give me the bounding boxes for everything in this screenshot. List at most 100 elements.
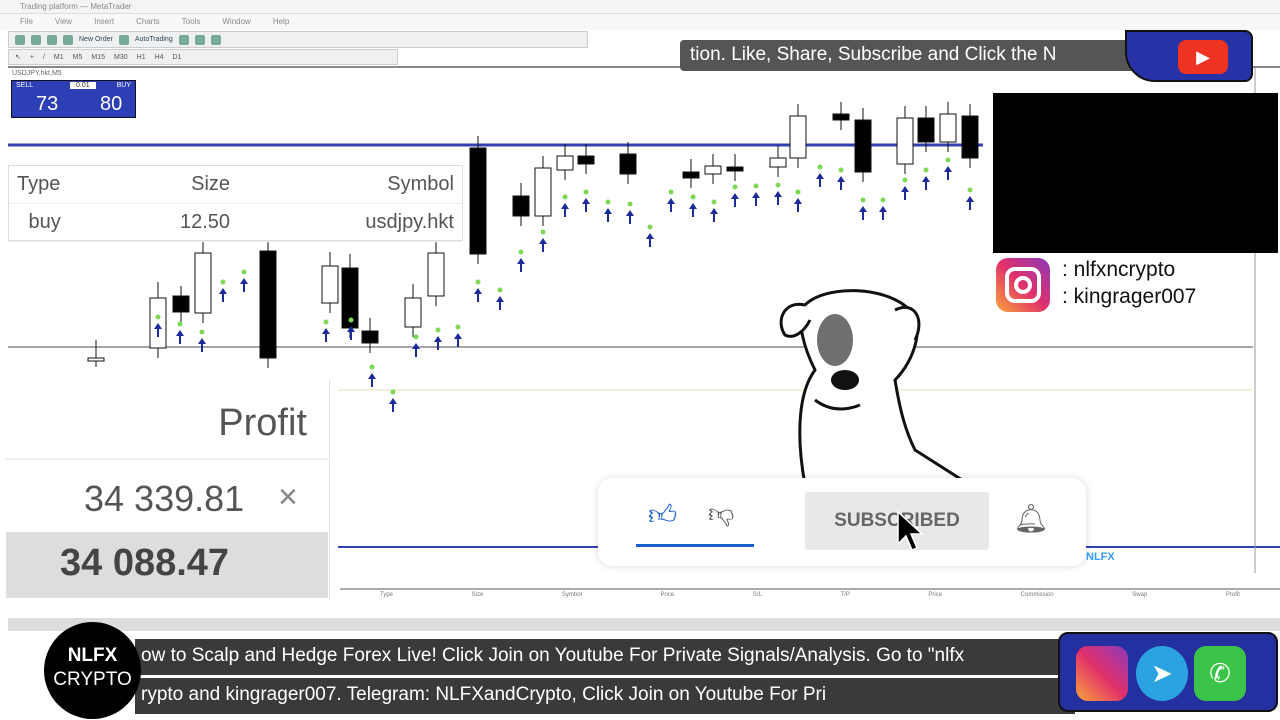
buy-arrow-icon [752, 192, 760, 206]
signal-dot [880, 197, 886, 203]
candle [939, 113, 957, 143]
buy-arrow-icon [816, 173, 824, 187]
social-icons-panel: ➤ ✆ [1058, 632, 1278, 712]
buy-arrow-icon [517, 258, 525, 272]
signal-dot [817, 164, 823, 170]
candle [361, 330, 379, 344]
buy-arrow-icon [859, 206, 867, 220]
tf-m15[interactable]: M15 [91, 54, 105, 61]
terminal-col: T/P [840, 592, 850, 598]
signal-dot [540, 229, 546, 235]
buy-arrow-icon [966, 196, 974, 210]
signal-dot [177, 321, 183, 327]
signal-dot [199, 329, 205, 335]
tf-h1[interactable]: H1 [137, 54, 146, 61]
trendline-icon[interactable]: / [43, 54, 45, 61]
whatsapp-icon[interactable]: ✆ [1194, 646, 1246, 701]
buy-arrow-icon [794, 198, 802, 212]
buy-arrow-icon [434, 336, 442, 350]
menu-insert[interactable]: Insert [94, 17, 114, 27]
tf-m1[interactable]: M1 [54, 54, 64, 61]
terminal-trade-list: Type Size Symbol Price S/L T/P Price Commission… [340, 588, 1280, 618]
profiles-icon[interactable] [31, 34, 41, 45]
candle [321, 265, 339, 304]
buy-arrow-icon [646, 233, 654, 247]
instagram-icon[interactable] [1076, 646, 1128, 701]
tf-d1[interactable]: D1 [173, 54, 182, 61]
candle [87, 357, 105, 362]
signal-dot [838, 167, 844, 173]
candle [961, 115, 979, 159]
buy-arrow-icon [389, 398, 397, 412]
nlfx-watermark: NLFX [1086, 551, 1115, 563]
signal-dot [647, 224, 653, 230]
menu-view[interactable]: View [55, 17, 72, 27]
new-order-button[interactable]: New Order [79, 36, 113, 43]
signal-dot [902, 177, 908, 183]
col-type: Type [17, 173, 61, 195]
buy-arrow-icon [922, 176, 930, 190]
menu-file[interactable]: File [20, 17, 33, 27]
buy-button[interactable]: BUY [117, 82, 131, 89]
candle [259, 250, 277, 359]
menu-help[interactable]: Help [273, 17, 289, 27]
buy-arrow-icon [561, 203, 569, 217]
main-toolbar: New Order AutoTrading [8, 31, 588, 48]
tf-m5[interactable]: M5 [73, 54, 83, 61]
bell-icon[interactable]: 🔔︎ [1013, 502, 1049, 535]
candle [917, 117, 935, 143]
crosshair-icon[interactable]: + [30, 54, 34, 61]
profit-header: Profit [218, 402, 307, 444]
candle [172, 295, 190, 313]
trade-table: Type Size Symbol buy 12.50 usdjpy.hkt [8, 165, 463, 242]
table-row[interactable]: buy 12.50 usdjpy.hkt [9, 204, 462, 242]
tf-m30[interactable]: M30 [114, 54, 128, 61]
new-chart-icon[interactable] [15, 34, 25, 45]
terminal-col: Size [471, 592, 484, 598]
chart-symbol-label: USDJPY.hkt,M5 [12, 70, 62, 77]
menu-tools[interactable]: Tools [182, 17, 201, 27]
cursor-icon[interactable]: ↖ [15, 53, 21, 61]
candle [577, 155, 595, 165]
youtube-play-icon[interactable]: ▶ [1178, 40, 1228, 74]
autotrading-button[interactable]: AutoTrading [135, 36, 173, 43]
buy-price[interactable]: 80 [100, 93, 122, 116]
candle [404, 297, 422, 328]
mouse-cursor-icon [897, 510, 924, 551]
menu-charts[interactable]: Charts [136, 17, 160, 27]
signal-dot [390, 389, 396, 395]
thumbs-down-icon[interactable]: 👎︎ [708, 498, 734, 529]
terminal-col: Type [380, 592, 394, 598]
candle [427, 252, 445, 297]
buy-arrow-icon [198, 338, 206, 352]
telegram-icon[interactable]: ➤ [1136, 646, 1188, 701]
buy-arrow-icon [474, 288, 482, 302]
tf-h4[interactable]: H4 [155, 54, 164, 61]
status-bar [8, 618, 1280, 631]
terminal-icon[interactable] [63, 34, 73, 45]
buy-arrow-icon [901, 186, 909, 200]
buy-arrow-icon [240, 278, 248, 292]
menu-window[interactable]: Window [222, 17, 250, 27]
navigator-icon[interactable] [47, 34, 57, 45]
thumbs-up-icon[interactable]: 👍︎ [648, 498, 677, 532]
buy-arrow-icon [710, 208, 718, 222]
candle [512, 195, 530, 217]
sell-button[interactable]: SELL [16, 82, 33, 89]
buy-arrow-icon [626, 210, 634, 224]
zoom-in-icon[interactable] [178, 34, 189, 45]
metaeditor-icon[interactable] [118, 34, 129, 45]
grid-icon[interactable] [210, 34, 221, 45]
signal-dot [435, 327, 441, 333]
lot-input[interactable]: 0.01 [70, 82, 96, 89]
signal-dot [518, 249, 524, 255]
zoom-out-icon[interactable] [194, 34, 205, 45]
sell-price[interactable]: 73 [36, 93, 58, 116]
candle [194, 252, 212, 314]
signal-dot [711, 199, 717, 205]
signal-dot [241, 269, 247, 275]
signal-dot [562, 194, 568, 200]
window-title-bar: Trading platform — MetaTrader [0, 0, 1280, 14]
close-icon[interactable]: × [278, 478, 298, 517]
signal-dot [583, 189, 589, 195]
